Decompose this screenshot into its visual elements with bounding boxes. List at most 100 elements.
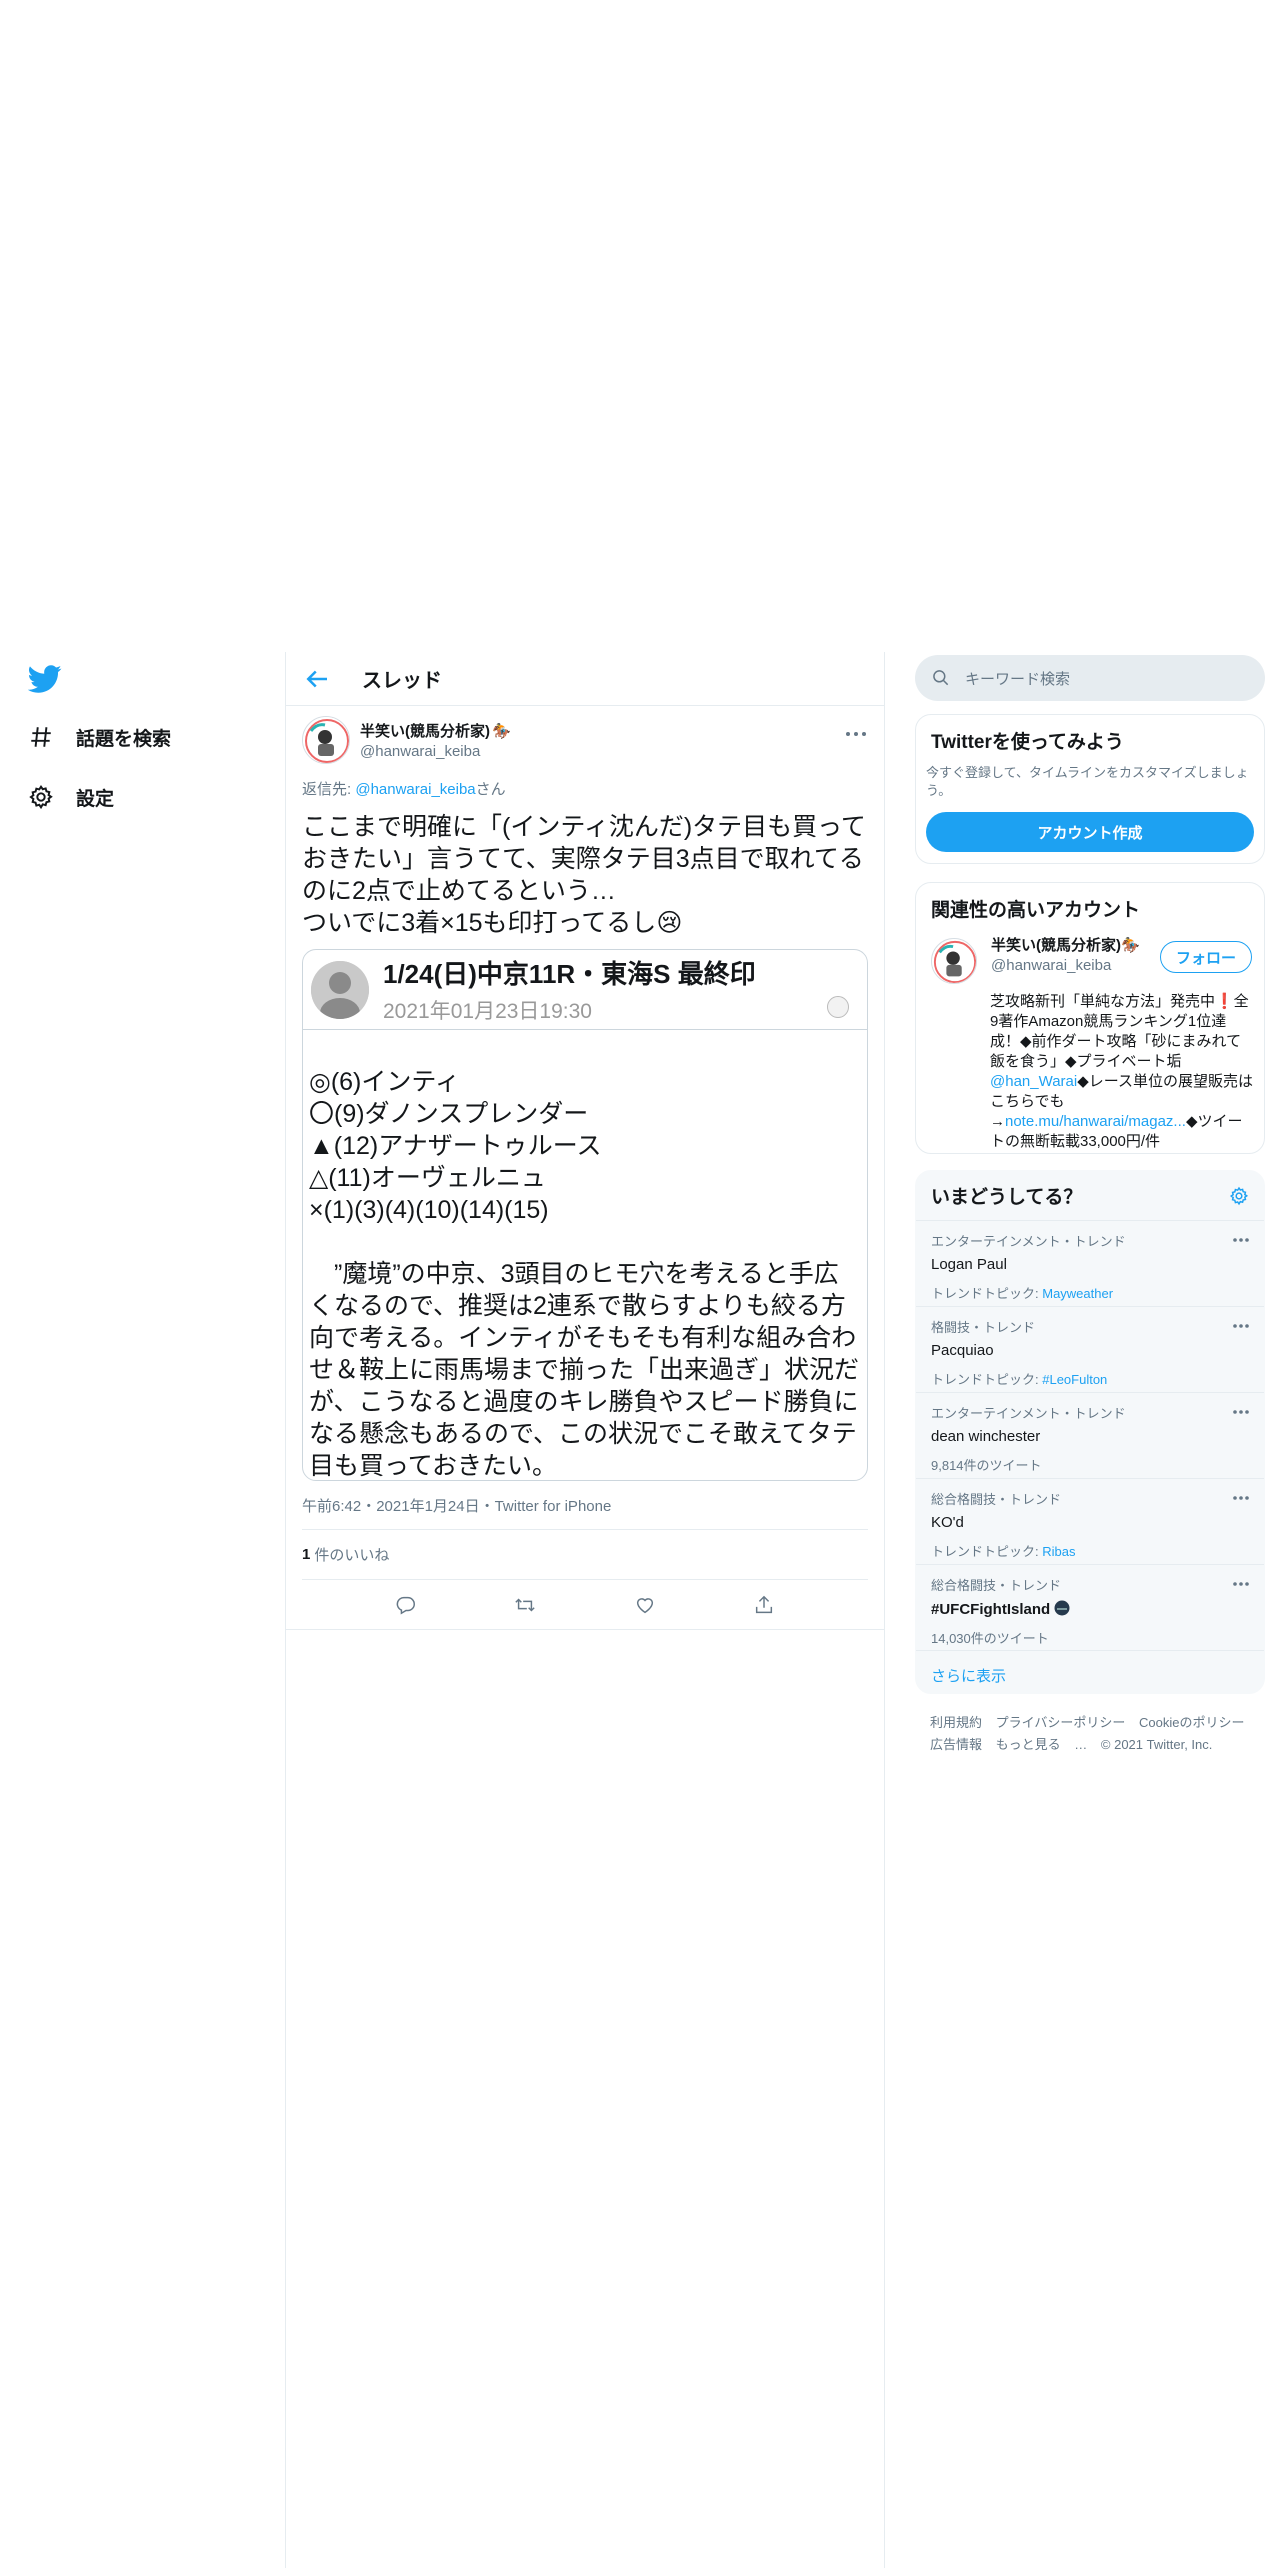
trend-name: #UFCFightIsland — [931, 1600, 1249, 1618]
reply-icon[interactable] — [395, 1594, 417, 1616]
related-name: 半笑い(競馬分析家) — [991, 937, 1121, 954]
search-input[interactable]: キーワード検索 — [915, 655, 1265, 701]
trends-panel: いまどうしてる？ エンターテインメント・トレンド Logan Paul トレンド… — [915, 1170, 1265, 1694]
thread-header: スレッド — [286, 652, 884, 706]
trend-name: Logan Paul — [931, 1256, 1007, 1273]
card-title: 1/24(日)中京11R・東海S 最終印 — [383, 959, 756, 989]
trend-item[interactable]: 総合格闘技・トレンド KO'd トレンドトピック: Ribas — [916, 1479, 1264, 1565]
nav-explore-label: 話題を検索 — [76, 728, 172, 750]
nav-explore[interactable]: 話題を検索 — [28, 717, 171, 757]
back-arrow-icon[interactable] — [302, 664, 332, 694]
tweet-actions — [286, 1580, 884, 1630]
tweet: 半笑い(競馬分析家) 🏇 @hanwarai_keiba 返信先: @hanwar… — [286, 712, 884, 1630]
card-date: 2021年01月23日19:30 — [383, 1000, 592, 1023]
trend-category: エンターテインメント・トレンド — [931, 1234, 1126, 1249]
image-card[interactable]: 1/24(日)中京11R・東海S 最終印 2021年01月23日19:30 ◎(… — [302, 949, 868, 1481]
author-handle: @hanwarai_keiba — [360, 743, 481, 760]
footer-ads-link[interactable]: 広告情報 — [930, 1737, 982, 1752]
show-more-link[interactable]: さらに表示 — [916, 1651, 1264, 1693]
footer-more-label: もっと見る — [995, 1737, 1061, 1752]
trend-sub-link[interactable]: Ribas — [1042, 1544, 1075, 1559]
footer-cookie-link[interactable]: Cookieのポリシー — [1139, 1715, 1244, 1730]
trend-tweet-count: 9,814件のツイート — [931, 1458, 1042, 1473]
like-icon[interactable] — [634, 1594, 656, 1616]
footer-more-link[interactable]: もっと見る … — [996, 1737, 1088, 1752]
nav-settings-label: 設定 — [76, 788, 115, 810]
tweet-meta: 午前6:42・2021年1月24日・Twitter for iPhone — [302, 1495, 868, 1530]
search-icon — [933, 670, 949, 686]
likes-row[interactable]: 1 件のいいね — [302, 1530, 868, 1580]
trend-name: dean winchester — [931, 1428, 1041, 1445]
tweet-text-main: ここまで明確に「(インティ沈んだ)タテ目も買っておきたい」言うてて、実際タテ目3… — [302, 813, 866, 937]
more-options-icon[interactable] — [1232, 1323, 1250, 1329]
signup-title: Twitterを使ってみよう — [931, 732, 1124, 753]
author-name: 半笑い(競馬分析家) — [360, 723, 490, 740]
trend-sub: トレンドトピック: Mayweather — [931, 1283, 1249, 1302]
trend-name: KO'd — [931, 1514, 964, 1531]
trend-sub-label: トレンドトピック: — [931, 1544, 1043, 1559]
related-emoji: 🏇 — [1121, 936, 1140, 954]
footer-privacy-link[interactable]: プライバシーポリシー — [996, 1715, 1126, 1730]
trend-sub-link[interactable]: #LeoFulton — [1042, 1372, 1107, 1387]
bio-link-2[interactable]: note.mu/hanwarai/magaz... — [1005, 1113, 1186, 1130]
trend-item[interactable]: 総合格闘技・トレンド #UFCFightIsland 14,030件のツイート — [916, 1565, 1264, 1651]
thread-column: スレッド 半笑い(競馬分析家) 🏇 @hanwarai_keiba 返信先: @h… — [285, 652, 885, 2568]
retweet-icon[interactable] — [514, 1594, 536, 1616]
reply-handle-link[interactable]: @hanwarai_keiba — [355, 781, 475, 798]
trend-sub-link[interactable]: Mayweather — [1042, 1286, 1113, 1301]
more-options-icon[interactable] — [844, 728, 868, 740]
page-title: スレッド — [362, 670, 442, 692]
trend-sub-label: トレンドトピック: — [931, 1372, 1043, 1387]
related-title: 関連性の高いアカウント — [931, 900, 1141, 921]
ufc-emoji-icon — [1054, 1600, 1070, 1616]
footer-copyright: © 2021 Twitter, Inc. — [1100, 1737, 1213, 1752]
share-icon[interactable] — [753, 1594, 775, 1616]
more-options-icon[interactable] — [1232, 1495, 1250, 1501]
trend-item[interactable]: 格闘技・トレンド Pacquiao トレンドトピック: #LeoFulton — [916, 1307, 1264, 1393]
trend-item[interactable]: エンターテインメント・トレンド dean winchester 9,814件のツ… — [916, 1393, 1264, 1479]
tweet-text-emoji: 😢 — [656, 909, 683, 937]
more-options-icon[interactable] — [1232, 1581, 1250, 1587]
author-emoji: 🏇 — [492, 722, 511, 740]
reply-suffix: さん — [475, 781, 506, 798]
card-avatar — [311, 960, 369, 1019]
tweet-text: ここまで明確に「(インティ沈んだ)タテ目も買っておきたい」言うてて、実際タテ目3… — [302, 811, 868, 939]
trend-name: Pacquiao — [931, 1342, 994, 1359]
reply-to: 返信先: @hanwarai_keibaさん — [302, 778, 868, 799]
signup-panel: Twitterを使ってみよう 今すぐ登録して、タイムラインをカスタマイズしましょ… — [915, 714, 1265, 864]
avatar[interactable] — [302, 716, 350, 764]
card-loading-icon — [827, 996, 849, 1018]
trend-category: 格闘技・トレンド — [931, 1320, 1036, 1335]
bio-link-1[interactable]: @han_Warai — [990, 1073, 1077, 1090]
trends-title: いまどうしてる？ — [931, 1187, 1083, 1208]
related-accounts-panel: 関連性の高いアカウント 半笑い(競馬分析家) 🏇 @hanwarai_keiba … — [915, 882, 1265, 1154]
trend-category: 総合格闘技・トレンド — [931, 1578, 1062, 1593]
signup-desc: 今すぐ登録して、タイムラインをカスタマイズしましょう。 — [926, 765, 1249, 798]
card-header: 1/24(日)中京11R・東海S 最終印 2021年01月23日19:30 — [303, 950, 867, 1030]
search-placeholder: キーワード検索 — [965, 670, 1071, 688]
likes-count: 1 — [302, 1546, 311, 1563]
footer-terms-link[interactable]: 利用規約 — [930, 1715, 982, 1730]
related-bio: 芝攻略新刊「単純な方法」発売中❗全9著作Amazon競馬ランキング1位達成！◆前… — [916, 984, 1264, 1152]
card-body: ◎(6)インティ 〇(9)ダノンスプレンダー ▲(12)アナザートゥルース △(… — [309, 1068, 860, 1480]
trend-name-text: #UFCFightIsland — [931, 1601, 1051, 1618]
footer: 利用規約 プライバシーポリシー Cookieのポリシー 広告情報 もっと見る …… — [930, 1712, 1260, 1756]
trend-sub-label: トレンドトピック: — [931, 1286, 1043, 1301]
related-avatar[interactable] — [931, 938, 977, 984]
more-options-icon[interactable] — [1232, 1409, 1250, 1415]
gear-icon — [29, 784, 53, 810]
nav-settings[interactable]: 設定 — [28, 777, 114, 817]
trends-settings-icon[interactable] — [1229, 1186, 1249, 1206]
follow-button[interactable]: フォロー — [1160, 941, 1252, 973]
twitter-logo-icon[interactable] — [28, 662, 62, 696]
hashtag-icon — [31, 727, 51, 747]
trend-item[interactable]: エンターテインメント・トレンド Logan Paul トレンドトピック: May… — [916, 1221, 1264, 1307]
trend-category: 総合格闘技・トレンド — [931, 1492, 1062, 1507]
create-account-button[interactable]: アカウント作成 — [926, 812, 1254, 852]
reply-prefix: 返信先: — [302, 781, 356, 798]
tweet-author[interactable]: 半笑い(競馬分析家) 🏇 @hanwarai_keiba — [302, 712, 868, 768]
trend-tweet-count: 14,030件のツイート — [931, 1631, 1049, 1646]
more-options-icon[interactable] — [1232, 1237, 1250, 1243]
trend-category: エンターテインメント・トレンド — [931, 1406, 1126, 1421]
trend-sub: トレンドトピック: #LeoFulton — [931, 1369, 1249, 1388]
